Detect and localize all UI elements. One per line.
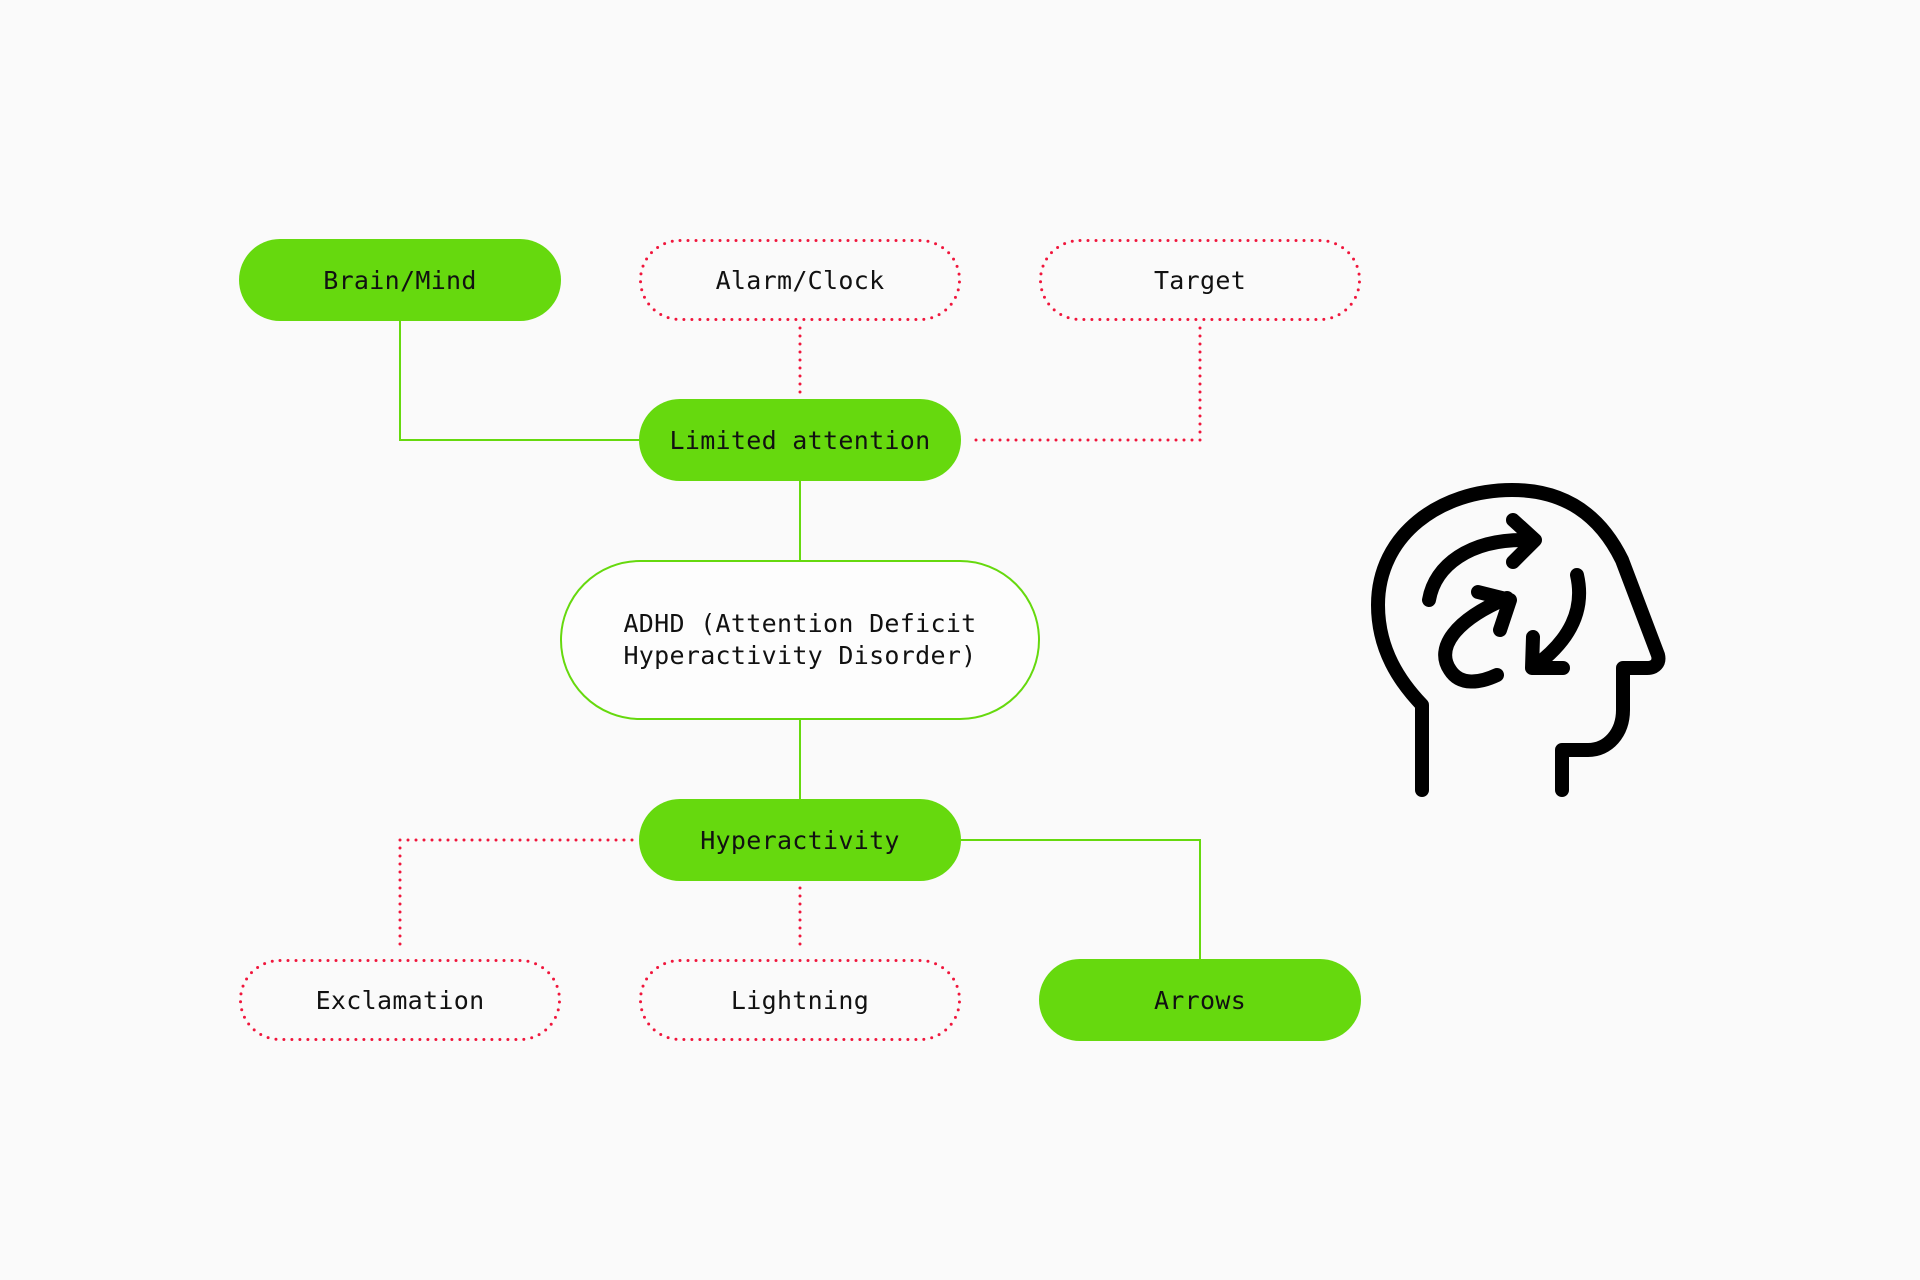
node-label: ADHD (Attention Deficit Hyperactivity Di… xyxy=(623,608,976,672)
node-label-line1: ADHD (Attention Deficit xyxy=(623,609,977,638)
edge-target-limited xyxy=(966,326,1202,442)
node-label: Hyperactivity xyxy=(700,825,900,855)
head-with-circular-arrows-icon xyxy=(1371,483,1666,797)
node-label-line2: Hyperactivity Disorder) xyxy=(623,641,977,670)
node-brain-mind[interactable]: Brain/Mind xyxy=(239,239,561,321)
node-label: Exclamation xyxy=(315,985,485,1015)
node-target[interactable]: Target xyxy=(1039,239,1361,321)
node-hyperactivity[interactable]: Hyperactivity xyxy=(639,799,961,881)
diagram-canvas: Brain/Mind Alarm/Clock Target Limited at… xyxy=(0,0,1920,1280)
node-alarm-clock[interactable]: Alarm/Clock xyxy=(639,239,961,321)
node-exclamation[interactable]: Exclamation xyxy=(239,959,561,1041)
node-adhd-center[interactable]: ADHD (Attention Deficit Hyperactivity Di… xyxy=(560,560,1040,720)
edge-hyper-arrows xyxy=(961,839,1201,959)
node-arrows[interactable]: Arrows xyxy=(1039,959,1361,1041)
node-label: Target xyxy=(1153,265,1247,295)
node-label: Brain/Mind xyxy=(323,265,477,295)
node-label: Alarm/Clock xyxy=(715,265,885,295)
edge-hyper-excl xyxy=(398,838,634,954)
node-label: Arrows xyxy=(1153,985,1247,1015)
node-lightning[interactable]: Lightning xyxy=(639,959,961,1041)
edge-brain-limited xyxy=(399,321,639,441)
node-limited-attention[interactable]: Limited attention xyxy=(639,399,961,481)
arrow-middle-arc xyxy=(1438,591,1514,689)
node-label: Limited attention xyxy=(669,425,931,455)
node-label: Lightning xyxy=(730,985,870,1015)
arrow-right-arc xyxy=(1528,568,1587,673)
